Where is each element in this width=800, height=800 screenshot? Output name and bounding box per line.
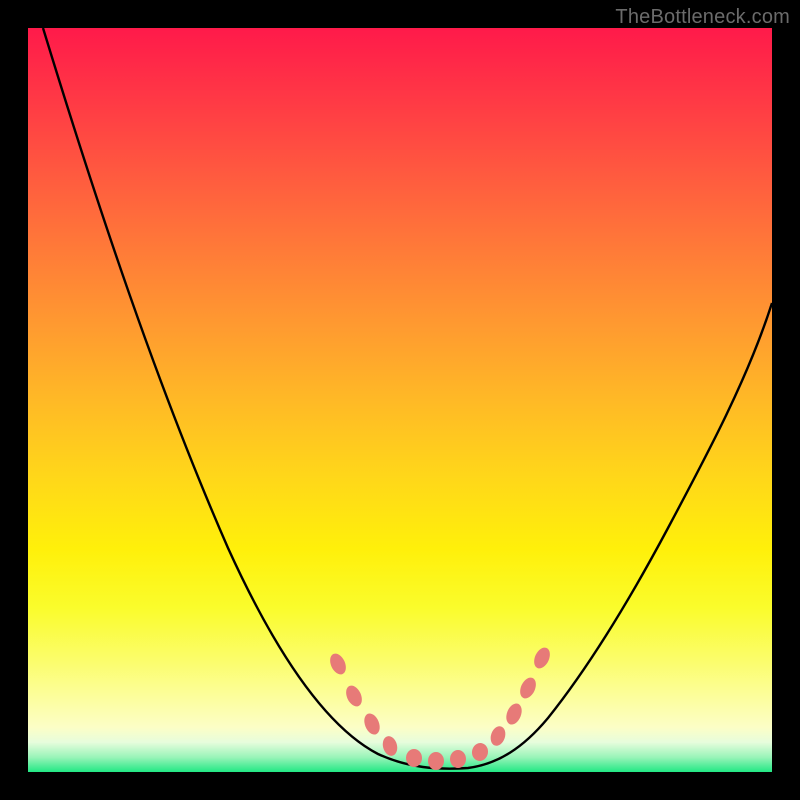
watermark-text: TheBottleneck.com (615, 6, 790, 29)
bottleneck-curve (43, 28, 772, 769)
plot-area (28, 28, 772, 772)
chart-frame: TheBottleneck.com (0, 0, 800, 800)
bottleneck-curve-svg (28, 28, 772, 772)
curve-markers (327, 645, 553, 770)
